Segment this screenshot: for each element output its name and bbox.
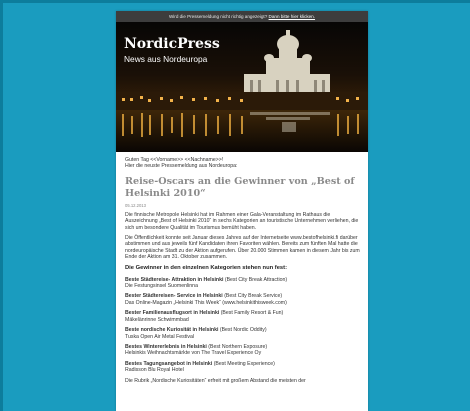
category-item: Bestes Wintererlebnis in Helsinki (Best … [125, 344, 360, 357]
category-english: (Best Meeting Experience) [212, 360, 275, 367]
category-item: Bester Familienausflugsort in Helsinki (… [125, 310, 360, 323]
category-label: Bestes Wintererlebnis in Helsinki [125, 343, 207, 350]
article-paragraph: Die Öffentlichkeit konnte seit Januar di… [125, 235, 360, 261]
closing-paragraph: Die Rubrik „Nordische Kuriositäten“ erfr… [125, 377, 306, 384]
category-label: Bester Städtereisen- Service in Helsinki [125, 293, 223, 300]
brand-title: NordicPress [124, 36, 220, 52]
intro-line: Hier die neuste Pressemeldung aus Nordeu… [125, 163, 238, 170]
category-item: Beste Städtereise- Attraktion in Helsink… [125, 277, 360, 290]
category-english: (Best Family Resort & Fun) [219, 310, 284, 317]
article-title: Reise-Oscars an die Gewinner von „Best o… [125, 175, 355, 199]
category-english: (Best City Break Service) [222, 293, 283, 300]
view-online-link[interactable]: Dann bitte hier klicken. [269, 14, 315, 19]
category-winner: Das Online-Magazin „Helsinki This Week“ … [125, 299, 287, 306]
brand-tagline: News aus Nordeuropa [124, 54, 208, 64]
category-label: Bester Familienausflugsort in Helsinki [125, 310, 220, 317]
category-winner: Die Festungsinsel Suomenlinna [125, 283, 198, 290]
header-banner: NordicPress News aus Nordeuropa [116, 22, 368, 152]
category-label: Beste nordische Kuriosität in Helsinki [125, 327, 219, 334]
newsletter-body: Guten Tag <<Vorname>> <<Nachname>>! Hier… [116, 152, 368, 384]
topbar-text: Wird die Pressemeldung nicht richtig ang… [168, 14, 268, 19]
category-item: Beste nordische Kuriosität in Helsinki (… [125, 327, 360, 340]
category-english: (Best Nordic Oddity) [218, 327, 267, 334]
category-item: Bester Städtereisen- Service in Helsinki… [125, 293, 360, 306]
category-winner: Radisson Blu Royal Hotel [125, 367, 184, 374]
category-winner: Helsinkis Weihnachtsmärkte von The Trave… [125, 350, 262, 357]
winners-subhead: Die Gewinner in den einzelnen Kategorien… [125, 264, 288, 271]
category-label: Beste Städtereise- Attraktion in Helsink… [125, 276, 224, 283]
category-winner: Tuska Open Air Metal Festival [125, 333, 194, 340]
article-paragraph: Die finnische Metropole Helsinki hat im … [125, 211, 359, 231]
category-item: Bestes Tagungsangebot in Helsinki (Best … [125, 361, 360, 374]
topbar: Wird die Pressemeldung nicht richtig ang… [116, 11, 368, 22]
category-english: (Best Northern Exposure) [206, 343, 268, 350]
category-english: (Best City Break Attraction) [223, 276, 288, 283]
article-date: 05.12.2013 [125, 202, 146, 208]
category-winner: Mäkelänrinne Schwimmbad [125, 316, 189, 323]
category-label: Bestes Tagungsangebot in Helsinki [125, 360, 213, 367]
newsletter: Wird die Pressemeldung nicht richtig ang… [116, 11, 368, 411]
